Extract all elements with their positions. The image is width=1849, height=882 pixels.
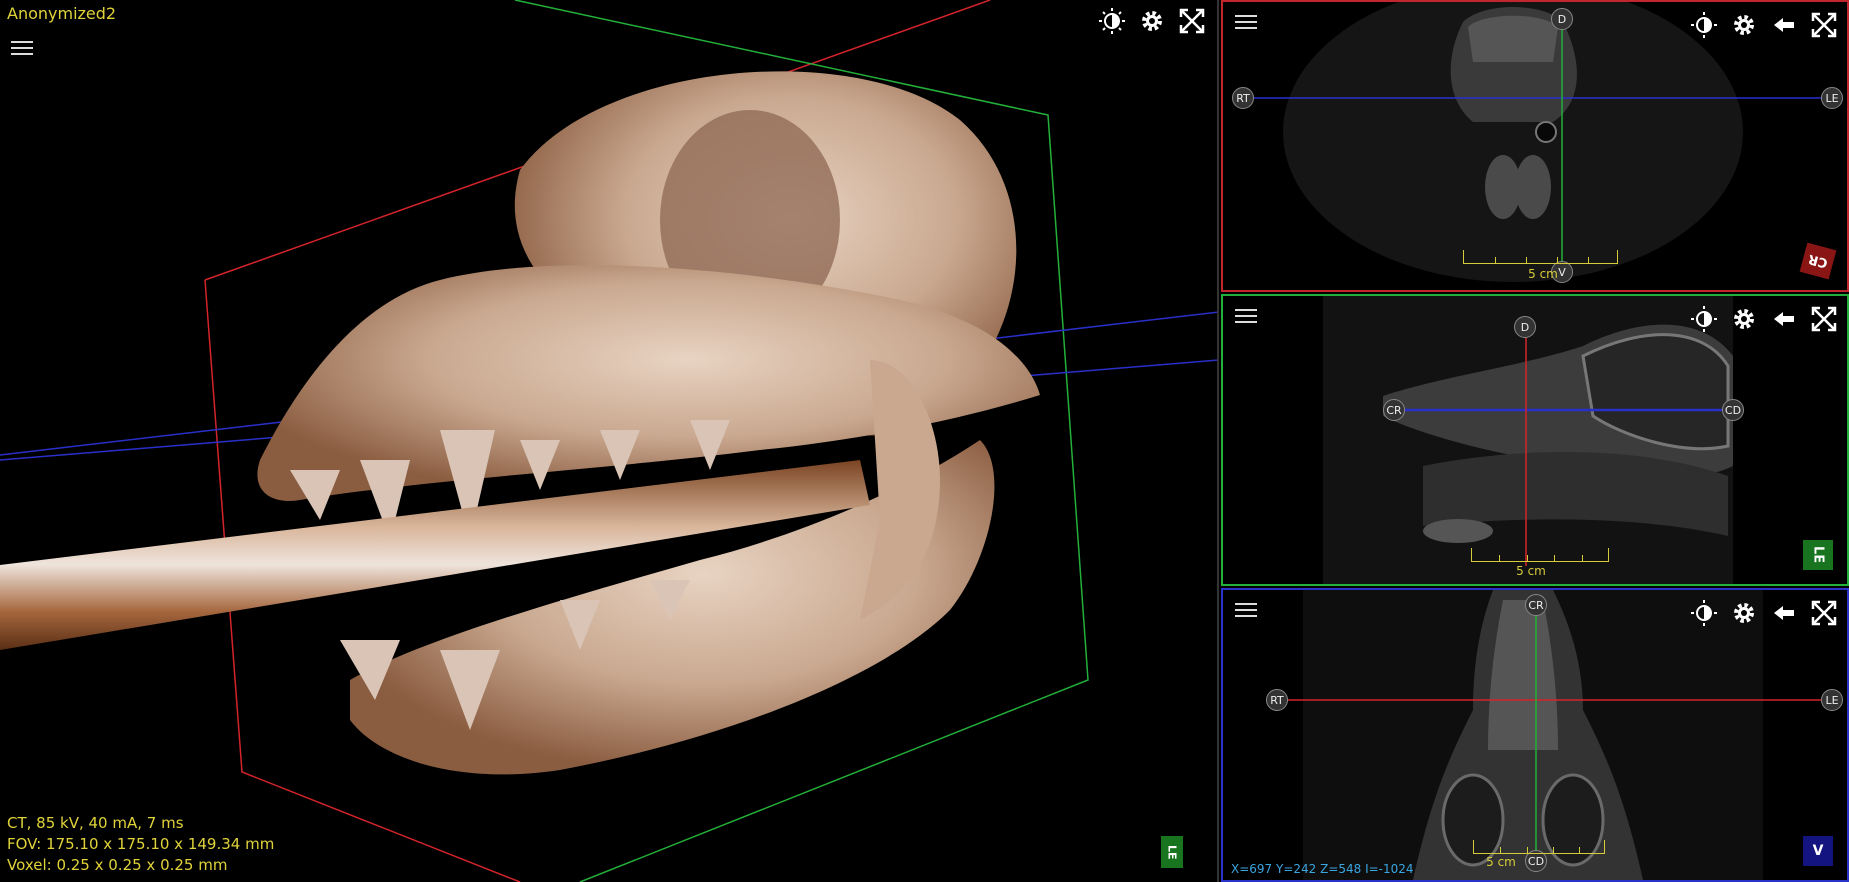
axial-marker-top: D <box>1551 8 1573 30</box>
axial-menu-icon[interactable] <box>1235 14 1257 32</box>
study-info: CT, 85 kV, 40 mA, 7 ms FOV: 175.10 x 175… <box>7 813 274 876</box>
sagittal-scale-label: 5 cm <box>1516 564 1546 578</box>
orientation-cube-face-le: LE <box>1161 836 1183 868</box>
axial-brightness-contrast-icon[interactable] <box>1689 10 1719 40</box>
coronal-marker-top: CR <box>1525 594 1547 616</box>
study-info-acquisition: CT, 85 kV, 40 mA, 7 ms <box>7 814 184 832</box>
sagittal-marker-right: CD <box>1722 399 1744 421</box>
axial-scale-bar <box>1463 250 1618 264</box>
3d-toolbar <box>1097 6 1207 36</box>
coronal-fullscreen-icon[interactable] <box>1809 598 1839 628</box>
coronal-toolbar <box>1689 598 1839 628</box>
coronal-menu-icon[interactable] <box>1235 602 1257 620</box>
coronal-marker-left: RT <box>1266 689 1288 711</box>
sagittal-fullscreen-icon[interactable] <box>1809 304 1839 334</box>
coronal-scale-label: 5 cm <box>1486 855 1516 869</box>
axial-gear-icon[interactable] <box>1729 10 1759 40</box>
sagittal-marker-top: D <box>1514 316 1536 338</box>
sagittal-slice-image[interactable] <box>1223 296 1847 584</box>
fullscreen-icon[interactable] <box>1177 6 1207 36</box>
gear-icon[interactable] <box>1137 6 1167 36</box>
coronal-brightness-contrast-icon[interactable] <box>1689 598 1719 628</box>
coronal-back-arrow-icon[interactable] <box>1769 598 1799 628</box>
coronal-slice-image[interactable] <box>1223 590 1847 880</box>
axial-marker-right: LE <box>1821 87 1843 109</box>
axial-marker-left: RT <box>1232 87 1254 109</box>
sagittal-orientation-label[interactable]: LE <box>1803 540 1833 570</box>
axial-scale-label: 5 cm <box>1528 267 1558 281</box>
3d-volume-render[interactable] <box>0 0 1219 882</box>
axial-slice-image[interactable] <box>1223 2 1847 290</box>
cursor-coordinates-readout: X=697 Y=242 Z=548 I=-1024 <box>1231 862 1414 876</box>
sagittal-scale-bar <box>1471 548 1609 562</box>
orientation-cube[interactable]: CR LE <box>1161 836 1205 868</box>
axial-viewport[interactable]: D V RT LE 5 cm CR <box>1221 0 1849 292</box>
sagittal-brightness-contrast-icon[interactable] <box>1689 304 1719 334</box>
sagittal-marker-left: CR <box>1383 399 1405 421</box>
axial-back-arrow-icon[interactable] <box>1769 10 1799 40</box>
sagittal-back-arrow-icon[interactable] <box>1769 304 1799 334</box>
sagittal-viewport[interactable]: D CR CD 5 cm LE <box>1221 294 1849 586</box>
sagittal-menu-icon[interactable] <box>1235 308 1257 326</box>
patient-name: Anonymized2 <box>7 4 117 23</box>
sagittal-toolbar <box>1689 304 1839 334</box>
coronal-gear-icon[interactable] <box>1729 598 1759 628</box>
axial-fullscreen-icon[interactable] <box>1809 10 1839 40</box>
menu-icon[interactable] <box>11 40 33 58</box>
brightness-contrast-icon[interactable] <box>1097 6 1127 36</box>
coronal-viewport[interactable]: CR CD RT LE 5 cm X=697 Y=242 Z=548 I=-10… <box>1221 588 1849 882</box>
sagittal-gear-icon[interactable] <box>1729 304 1759 334</box>
coronal-orientation-label[interactable]: V <box>1803 836 1833 866</box>
3d-viewport[interactable]: Anonymized2 CT, 85 kV, 40 mA, 7 ms FOV: … <box>0 0 1219 882</box>
coronal-scale-bar <box>1473 840 1605 854</box>
study-info-voxel: Voxel: 0.25 x 0.25 x 0.25 mm <box>7 856 228 874</box>
axial-toolbar <box>1689 10 1839 40</box>
coronal-marker-right: LE <box>1821 689 1843 711</box>
study-info-fov: FOV: 175.10 x 175.10 x 149.34 mm <box>7 835 275 853</box>
